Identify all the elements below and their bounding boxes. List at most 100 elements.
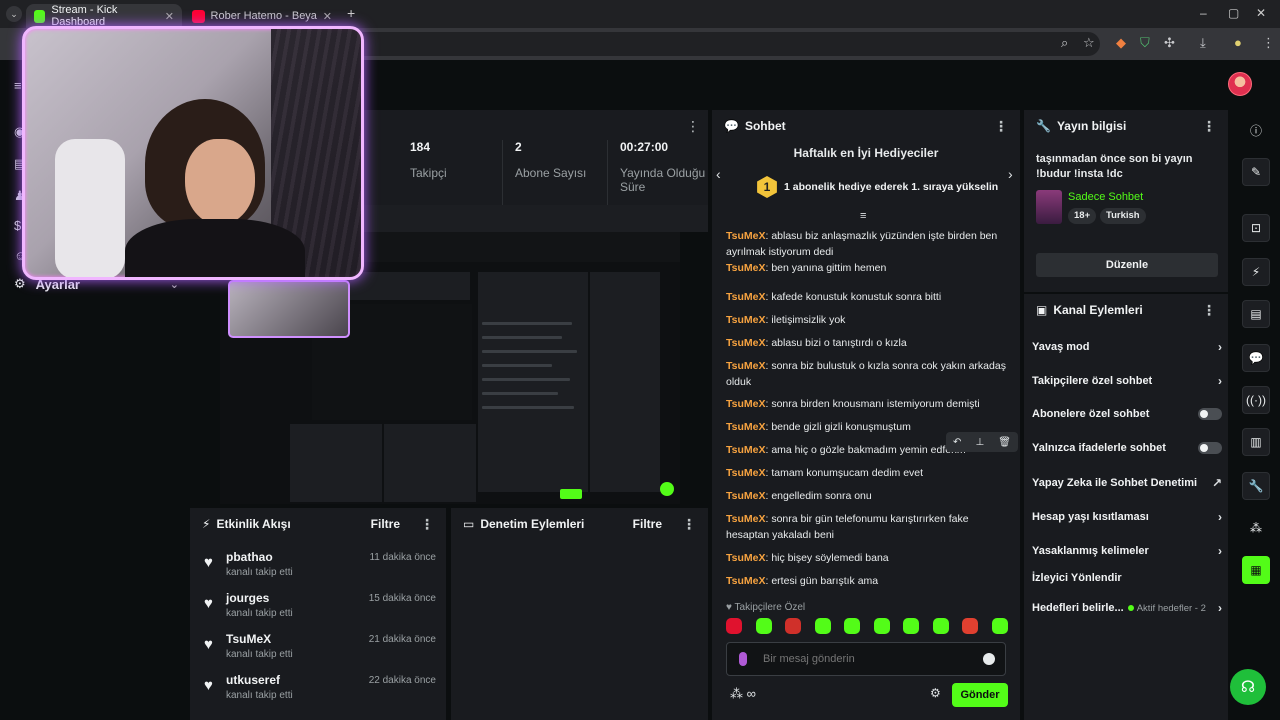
- goals-label: Hedefleri belirle...: [1032, 602, 1124, 614]
- chat-username[interactable]: TsuMeX: [726, 291, 765, 303]
- emote-icon[interactable]: [932, 618, 949, 634]
- layout-icon[interactable]: ▥: [1242, 428, 1270, 456]
- close-window-button[interactable]: ✕: [1256, 6, 1266, 20]
- moderation-filter-button[interactable]: Filtre: [633, 517, 662, 531]
- channel-action-row[interactable]: Takipçilere özel sohbet ›: [1032, 374, 1222, 388]
- chat-username[interactable]: TsuMeX: [726, 490, 765, 502]
- toggle-switch[interactable]: [1198, 442, 1222, 454]
- moderation-menu-icon[interactable]: ⋮: [682, 516, 696, 533]
- chevron-right-icon: ›: [1218, 374, 1222, 388]
- info-icon[interactable]: ⓘ: [1242, 116, 1270, 144]
- stream-category[interactable]: Sadece Sohbet: [1068, 191, 1143, 203]
- clapper-icon[interactable]: ▦: [1242, 556, 1270, 584]
- tab-search-icon[interactable]: ⌄: [6, 6, 22, 22]
- chat-username[interactable]: TsuMeX: [726, 513, 765, 525]
- emote-icon[interactable]: [873, 618, 890, 634]
- apps-icon[interactable]: ⁂: [1242, 514, 1270, 542]
- extension-icon[interactable]: ◆: [1116, 35, 1126, 51]
- new-tab-button[interactable]: +: [347, 5, 355, 21]
- activity-user[interactable]: jourges: [226, 591, 269, 605]
- chevron-left-icon[interactable]: ‹: [716, 166, 721, 182]
- edit-pencil-icon[interactable]: ✎: [1242, 158, 1270, 186]
- collapse-icon[interactable]: ≡: [860, 210, 866, 222]
- chat-username[interactable]: TsuMeX: [726, 552, 765, 564]
- chat-username[interactable]: TsuMeX: [726, 421, 765, 433]
- reply-icon[interactable]: ↶: [953, 437, 961, 448]
- target-icon[interactable]: ⊡: [1242, 214, 1270, 242]
- channel-actions-menu-icon[interactable]: ⋮: [1202, 302, 1216, 319]
- wrench-rail-icon[interactable]: 🔧: [1242, 472, 1270, 500]
- goals-row[interactable]: Hedefleri belirle... Aktif hedefler - 2 …: [1032, 601, 1222, 615]
- activity-user[interactable]: utkuseref: [226, 673, 280, 687]
- send-button[interactable]: Gönder: [952, 683, 1008, 707]
- notes-icon[interactable]: ▤: [1242, 300, 1270, 328]
- channel-action-row[interactable]: Yasaklanmış kelimeler ›: [1032, 544, 1222, 558]
- channel-action-row[interactable]: Yavaş mod ›: [1032, 340, 1222, 354]
- monetization-nav-icon[interactable]: $: [14, 218, 21, 233]
- channel-action-row[interactable]: Hesap yaşı kısıtlaması ›: [1032, 510, 1222, 524]
- emote-icon[interactable]: [844, 618, 861, 634]
- shield-extension-icon[interactable]: ⛉: [1140, 35, 1150, 51]
- channel-action-row[interactable]: İzleyici Yönlendir: [1032, 572, 1222, 584]
- trash-icon[interactable]: 🗑: [998, 437, 1011, 448]
- channel-action-row[interactable]: Yapay Zeka ile Sohbet Denetimi ↗: [1032, 476, 1222, 490]
- browser-menu-icon[interactable]: ⋮: [1262, 35, 1275, 51]
- emote-icon[interactable]: [962, 618, 979, 634]
- chat-username[interactable]: TsuMeX: [726, 467, 765, 479]
- chat-username[interactable]: TsuMeX: [726, 314, 765, 326]
- support-headset-icon[interactable]: ☊: [1230, 669, 1266, 705]
- tab-kick-dashboard[interactable]: Stream - Kick Dashboard ✕: [26, 4, 182, 28]
- emote-icon[interactable]: [903, 618, 920, 634]
- chevron-right-icon[interactable]: ›: [1008, 166, 1013, 182]
- activity-user[interactable]: TsuMeX: [226, 632, 271, 646]
- maximize-button[interactable]: ▢: [1228, 6, 1239, 20]
- chat-rail-icon[interactable]: 💬: [1242, 344, 1270, 372]
- stream-info-menu-icon[interactable]: ⋮: [1202, 118, 1216, 135]
- lightning-icon[interactable]: ⚡: [1242, 258, 1270, 286]
- profile-icon[interactable]: ●: [1234, 35, 1242, 50]
- chat-username[interactable]: TsuMeX: [726, 398, 765, 410]
- download-icon[interactable]: ⤓: [1200, 35, 1206, 51]
- chat-menu-icon[interactable]: ⋮: [994, 118, 1008, 135]
- activity-menu-icon[interactable]: ⋮: [420, 516, 434, 533]
- emote-icon[interactable]: [785, 618, 802, 634]
- chat-username[interactable]: TsuMeX: [726, 262, 765, 274]
- close-tab-icon[interactable]: ✕: [165, 10, 174, 23]
- broadcast-icon[interactable]: ((·)): [1242, 386, 1270, 414]
- emote-icon[interactable]: [991, 618, 1008, 634]
- minimize-button[interactable]: –: [1200, 6, 1207, 20]
- edit-stream-button[interactable]: Düzenle: [1036, 253, 1218, 277]
- chat-input[interactable]: [763, 651, 973, 667]
- pin-icon[interactable]: ⊥: [975, 437, 984, 448]
- url-field[interactable]: [350, 32, 1100, 56]
- close-tab-icon[interactable]: ✕: [323, 10, 332, 23]
- bookmark-star-icon[interactable]: ☆: [1083, 35, 1095, 51]
- heart-icon: ♥: [204, 677, 213, 694]
- puzzle-icon[interactable]: ✣: [1164, 35, 1175, 51]
- activity-user[interactable]: pbathao: [226, 550, 273, 564]
- chat-username[interactable]: TsuMeX: [726, 360, 765, 372]
- zoom-icon[interactable]: ⌕: [1061, 35, 1068, 51]
- chat-username[interactable]: TsuMeX: [726, 230, 765, 242]
- channel-action-row[interactable]: Yalnızca ifadelerle sohbet: [1032, 442, 1222, 454]
- tab-title: Stream - Kick Dashboard: [51, 4, 118, 28]
- activity-filter-button[interactable]: Filtre: [371, 517, 400, 531]
- user-avatar[interactable]: [1228, 72, 1252, 96]
- chat-tools-icon[interactable]: ⁂ ∞: [730, 686, 756, 702]
- toggle-switch[interactable]: [1198, 408, 1222, 420]
- mic-icon[interactable]: [739, 652, 747, 666]
- emote-icon[interactable]: [726, 618, 742, 634]
- emoji-icon[interactable]: [983, 653, 995, 665]
- emote-icon[interactable]: [814, 618, 831, 634]
- gear-icon[interactable]: ⚙: [930, 686, 941, 700]
- chat-input-box[interactable]: [726, 642, 1006, 676]
- followers-only-text: Takipçilere Özel: [734, 602, 806, 613]
- chat-username[interactable]: TsuMeX: [726, 337, 765, 349]
- chat-username[interactable]: TsuMeX: [726, 575, 765, 587]
- stats-menu-icon[interactable]: ⋮: [686, 118, 700, 135]
- chat-username[interactable]: TsuMeX: [726, 444, 765, 456]
- channel-action-row[interactable]: Abonelere özel sohbet: [1032, 408, 1222, 420]
- tab-youtube[interactable]: Rober Hatemo - Beyaz Ve Sen ✕: [184, 4, 340, 28]
- emote-icon[interactable]: [755, 618, 772, 634]
- hamburger-menu-icon[interactable]: ≡: [14, 78, 22, 93]
